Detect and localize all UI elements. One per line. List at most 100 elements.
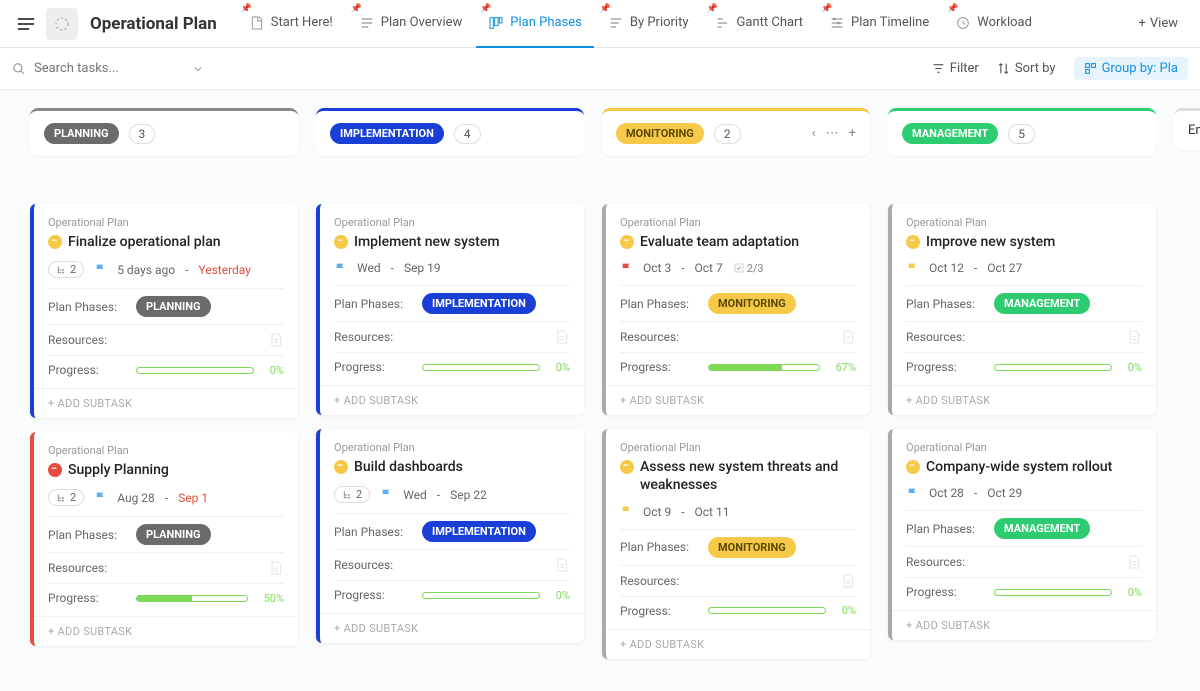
more-icon[interactable]: ⋯ bbox=[826, 126, 839, 141]
progress-bar[interactable] bbox=[422, 592, 540, 599]
column-management: MANAGEMENT 5 Operational Plan Improve ne… bbox=[888, 108, 1156, 673]
search-box[interactable] bbox=[12, 61, 932, 76]
progress-bar[interactable] bbox=[708, 607, 826, 614]
card-title: Finalize operational plan bbox=[68, 233, 221, 251]
task-card[interactable]: Operational Plan Assess new system threa… bbox=[602, 429, 870, 658]
resources-field: Resources: bbox=[48, 324, 284, 355]
date-end: Oct 27 bbox=[987, 261, 1022, 275]
document-icon bbox=[268, 332, 284, 348]
phase-value[interactable]: IMPLEMENTATION bbox=[422, 293, 536, 314]
task-card[interactable]: Operational Plan Company-wide system rol… bbox=[888, 429, 1156, 640]
group-by-button[interactable]: Group by: Pla bbox=[1074, 57, 1188, 80]
resource-icon[interactable] bbox=[554, 557, 570, 573]
tab-plan-phases[interactable]: 📌Plan Phases bbox=[476, 0, 594, 48]
resources-field: Resources: bbox=[906, 546, 1142, 577]
add-subtask-button[interactable]: + ADD SUBTASK bbox=[320, 613, 584, 643]
tab-icon bbox=[715, 15, 731, 31]
column-header[interactable]: Em bbox=[1174, 108, 1200, 150]
status-dot[interactable] bbox=[48, 463, 62, 477]
subtask-count[interactable]: 2 bbox=[48, 489, 84, 506]
task-card[interactable]: Operational Plan Supply Planning 2Aug 28… bbox=[30, 432, 298, 646]
progress-bar[interactable] bbox=[994, 589, 1112, 596]
status-dot[interactable] bbox=[620, 235, 634, 249]
resource-icon[interactable] bbox=[554, 329, 570, 345]
phase-value[interactable]: PLANNING bbox=[136, 524, 211, 545]
search-input[interactable] bbox=[34, 61, 184, 76]
add-view-button[interactable]: + View bbox=[1127, 16, 1191, 31]
column-header[interactable]: MANAGEMENT 5 bbox=[888, 108, 1156, 156]
date-start: Oct 28 bbox=[929, 486, 964, 500]
resource-icon[interactable] bbox=[268, 332, 284, 348]
date-start: Oct 9 bbox=[643, 505, 671, 519]
tab-by-priority[interactable]: 📌By Priority bbox=[596, 0, 701, 48]
phase-value[interactable]: IMPLEMENTATION bbox=[422, 521, 536, 542]
add-subtask-button[interactable]: + ADD SUBTASK bbox=[34, 388, 298, 418]
task-card[interactable]: Operational Plan Build dashboards 2Wed-S… bbox=[316, 429, 584, 643]
chevron-down-icon[interactable] bbox=[192, 63, 204, 75]
add-icon[interactable]: + bbox=[849, 126, 856, 141]
add-subtask-button[interactable]: + ADD SUBTASK bbox=[606, 385, 870, 415]
phase-pill: IMPLEMENTATION bbox=[330, 123, 444, 144]
card-meta: 2Aug 28-Sep 1 bbox=[48, 489, 284, 506]
status-dot[interactable] bbox=[906, 460, 920, 474]
progress-bar[interactable] bbox=[136, 595, 248, 602]
progress-bar[interactable] bbox=[994, 364, 1112, 371]
tab-plan-overview[interactable]: 📌Plan Overview bbox=[347, 0, 475, 48]
phase-value[interactable]: MONITORING bbox=[708, 293, 796, 314]
progress-bar[interactable] bbox=[708, 364, 820, 371]
column-header[interactable]: PLANNING 3 bbox=[30, 108, 298, 156]
progress-field: Progress: 67% bbox=[620, 352, 856, 381]
tab-icon bbox=[359, 15, 375, 31]
status-dot[interactable] bbox=[48, 235, 62, 249]
subtask-count[interactable]: 2 bbox=[334, 486, 370, 503]
status-dot[interactable] bbox=[334, 460, 348, 474]
space-icon[interactable] bbox=[46, 8, 78, 40]
phase-value[interactable]: MONITORING bbox=[708, 537, 796, 558]
tab-start-here-[interactable]: 📌Start Here! bbox=[237, 0, 345, 48]
column-header[interactable]: IMPLEMENTATION 4 bbox=[316, 108, 584, 156]
sort-icon bbox=[997, 62, 1010, 75]
status-dot[interactable] bbox=[334, 235, 348, 249]
add-subtask-button[interactable]: + ADD SUBTASK bbox=[892, 385, 1156, 415]
filter-button[interactable]: Filter bbox=[932, 61, 979, 76]
task-card[interactable]: Operational Plan Finalize operational pl… bbox=[30, 204, 298, 418]
sort-button[interactable]: Sort by bbox=[997, 61, 1056, 76]
card-meta: 2Wed-Sep 22 bbox=[334, 486, 570, 503]
column-header[interactable]: MONITORING 2 ‹ ⋯ + bbox=[602, 108, 870, 156]
resource-icon[interactable] bbox=[268, 560, 284, 576]
status-dot[interactable] bbox=[620, 460, 634, 474]
count-badge: 5 bbox=[1008, 124, 1035, 144]
phase-value[interactable]: PLANNING bbox=[136, 296, 211, 317]
add-subtask-button[interactable]: + ADD SUBTASK bbox=[892, 610, 1156, 640]
date-start: Oct 12 bbox=[929, 261, 964, 275]
add-subtask-button[interactable]: + ADD SUBTASK bbox=[606, 629, 870, 659]
menu-button[interactable] bbox=[10, 8, 42, 40]
task-card[interactable]: Operational Plan Implement new system We… bbox=[316, 204, 584, 415]
progress-percent: 0% bbox=[270, 364, 284, 377]
resource-icon[interactable] bbox=[840, 573, 856, 589]
phase-value[interactable]: MANAGEMENT bbox=[994, 518, 1090, 539]
tab-gantt-chart[interactable]: 📌Gantt Chart bbox=[703, 0, 816, 48]
checklist-count[interactable]: 2/3 bbox=[733, 262, 764, 275]
progress-bar[interactable] bbox=[136, 367, 254, 374]
progress-bar[interactable] bbox=[422, 364, 540, 371]
date-start: Oct 3 bbox=[643, 261, 671, 275]
status-dot[interactable] bbox=[906, 235, 920, 249]
add-subtask-button[interactable]: + ADD SUBTASK bbox=[34, 616, 298, 646]
resource-icon[interactable] bbox=[1126, 554, 1142, 570]
phase-value[interactable]: MANAGEMENT bbox=[994, 293, 1090, 314]
date-end: Oct 7 bbox=[695, 261, 723, 275]
collapse-icon[interactable]: ‹ bbox=[812, 126, 816, 141]
tab-plan-timeline[interactable]: 📌Plan Timeline bbox=[817, 0, 941, 48]
progress-percent: 67% bbox=[836, 361, 856, 374]
phase-field: Plan Phases: MONITORING bbox=[620, 285, 856, 321]
subtask-count[interactable]: 2 bbox=[48, 261, 84, 278]
resources-field: Resources: bbox=[334, 321, 570, 352]
add-subtask-button[interactable]: + ADD SUBTASK bbox=[320, 385, 584, 415]
resource-icon[interactable] bbox=[840, 329, 856, 345]
tab-icon bbox=[829, 15, 845, 31]
tab-workload[interactable]: 📌Workload bbox=[943, 0, 1044, 48]
task-card[interactable]: Operational Plan Improve new system Oct … bbox=[888, 204, 1156, 415]
task-card[interactable]: Operational Plan Evaluate team adaptatio… bbox=[602, 204, 870, 415]
resource-icon[interactable] bbox=[1126, 329, 1142, 345]
